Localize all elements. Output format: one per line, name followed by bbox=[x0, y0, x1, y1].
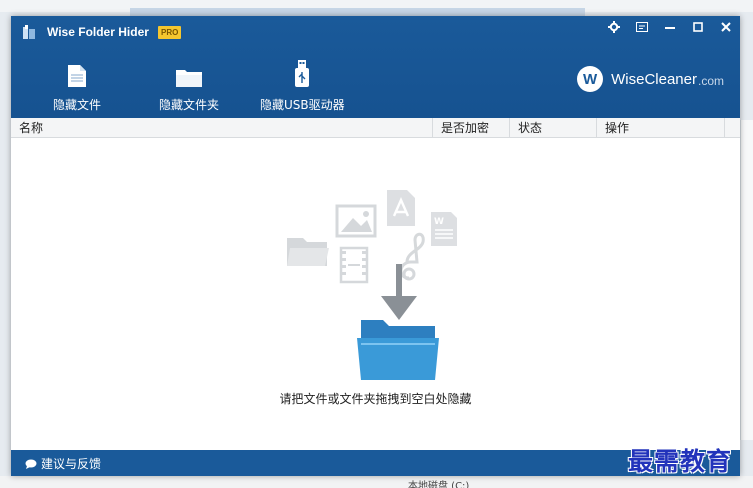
watermark-text: 最需教育 bbox=[628, 447, 733, 476]
big-folder-icon bbox=[357, 320, 439, 380]
background-drive-label: 本地磁盘 (C:) bbox=[408, 481, 470, 488]
app-window: Wise Folder Hider PRO 隐藏文件 隐藏文件夹 隐藏USB驱动… bbox=[11, 16, 740, 476]
hide-usb-label: 隐藏USB驱动器 bbox=[260, 98, 345, 112]
drop-illustration: W bbox=[287, 190, 457, 380]
minimize-icon bbox=[665, 27, 675, 29]
faded-folder-icon bbox=[287, 238, 329, 266]
settings-button[interactable] bbox=[600, 16, 628, 38]
brand-suffix: .com bbox=[697, 73, 724, 88]
column-status[interactable]: 状态 bbox=[510, 118, 597, 138]
hide-folder-button[interactable]: 隐藏文件夹 bbox=[159, 62, 219, 113]
feedback-bubble-icon bbox=[25, 459, 37, 469]
column-actions[interactable]: 操作 bbox=[597, 118, 725, 138]
pro-badge: PRO bbox=[158, 26, 182, 39]
folder-icon bbox=[176, 70, 202, 87]
app-title: Wise Folder Hider bbox=[47, 25, 149, 39]
usb-icon bbox=[295, 60, 310, 87]
svg-text:W: W bbox=[434, 217, 444, 227]
column-filler bbox=[725, 118, 740, 138]
hide-file-label: 隐藏文件 bbox=[53, 98, 102, 112]
close-icon bbox=[721, 22, 731, 32]
brand-logo: W bbox=[577, 66, 604, 92]
column-name[interactable]: 名称 bbox=[11, 118, 433, 138]
hide-file-button[interactable]: 隐藏文件 bbox=[53, 62, 101, 113]
minimize-button[interactable] bbox=[656, 16, 684, 38]
title-header: Wise Folder Hider PRO 隐藏文件 隐藏文件夹 隐藏USB驱动… bbox=[11, 16, 740, 118]
drop-hint-text: 请把文件或文件夹拖拽到空白处隐藏 bbox=[279, 392, 472, 406]
brand-name: WiseCleaner bbox=[611, 70, 697, 88]
skin-icon bbox=[636, 22, 648, 32]
faded-document-icon: W bbox=[431, 212, 457, 246]
faded-image-icon bbox=[335, 204, 377, 238]
hide-usb-button[interactable]: 隐藏USB驱动器 bbox=[260, 60, 345, 113]
table-header: 名称 是否加密 状态 操作 bbox=[11, 118, 740, 138]
feedback-label: 建议与反馈 bbox=[41, 457, 102, 471]
maximize-button[interactable] bbox=[684, 16, 712, 38]
wisecleaner-brand[interactable]: W WiseCleaner .com bbox=[577, 66, 724, 92]
window-controls bbox=[600, 16, 740, 38]
settings-icon bbox=[608, 21, 620, 33]
drop-area[interactable]: W 请把文件或文件夹拖拽到空白处隐藏 bbox=[11, 138, 740, 450]
background-window-edge bbox=[740, 120, 753, 440]
down-arrow-icon bbox=[381, 264, 417, 320]
column-encrypted[interactable]: 是否加密 bbox=[433, 118, 510, 138]
app-icon bbox=[23, 25, 35, 39]
maximize-icon bbox=[693, 22, 703, 32]
feedback-link[interactable]: 建议与反馈 bbox=[25, 455, 101, 472]
faded-film-icon bbox=[339, 246, 369, 284]
close-button[interactable] bbox=[712, 16, 740, 38]
faded-pdf-icon bbox=[387, 190, 415, 226]
faded-music-icon bbox=[399, 232, 425, 281]
hide-folder-label: 隐藏文件夹 bbox=[159, 98, 220, 112]
file-icon bbox=[68, 65, 86, 87]
skin-button[interactable] bbox=[628, 16, 656, 38]
